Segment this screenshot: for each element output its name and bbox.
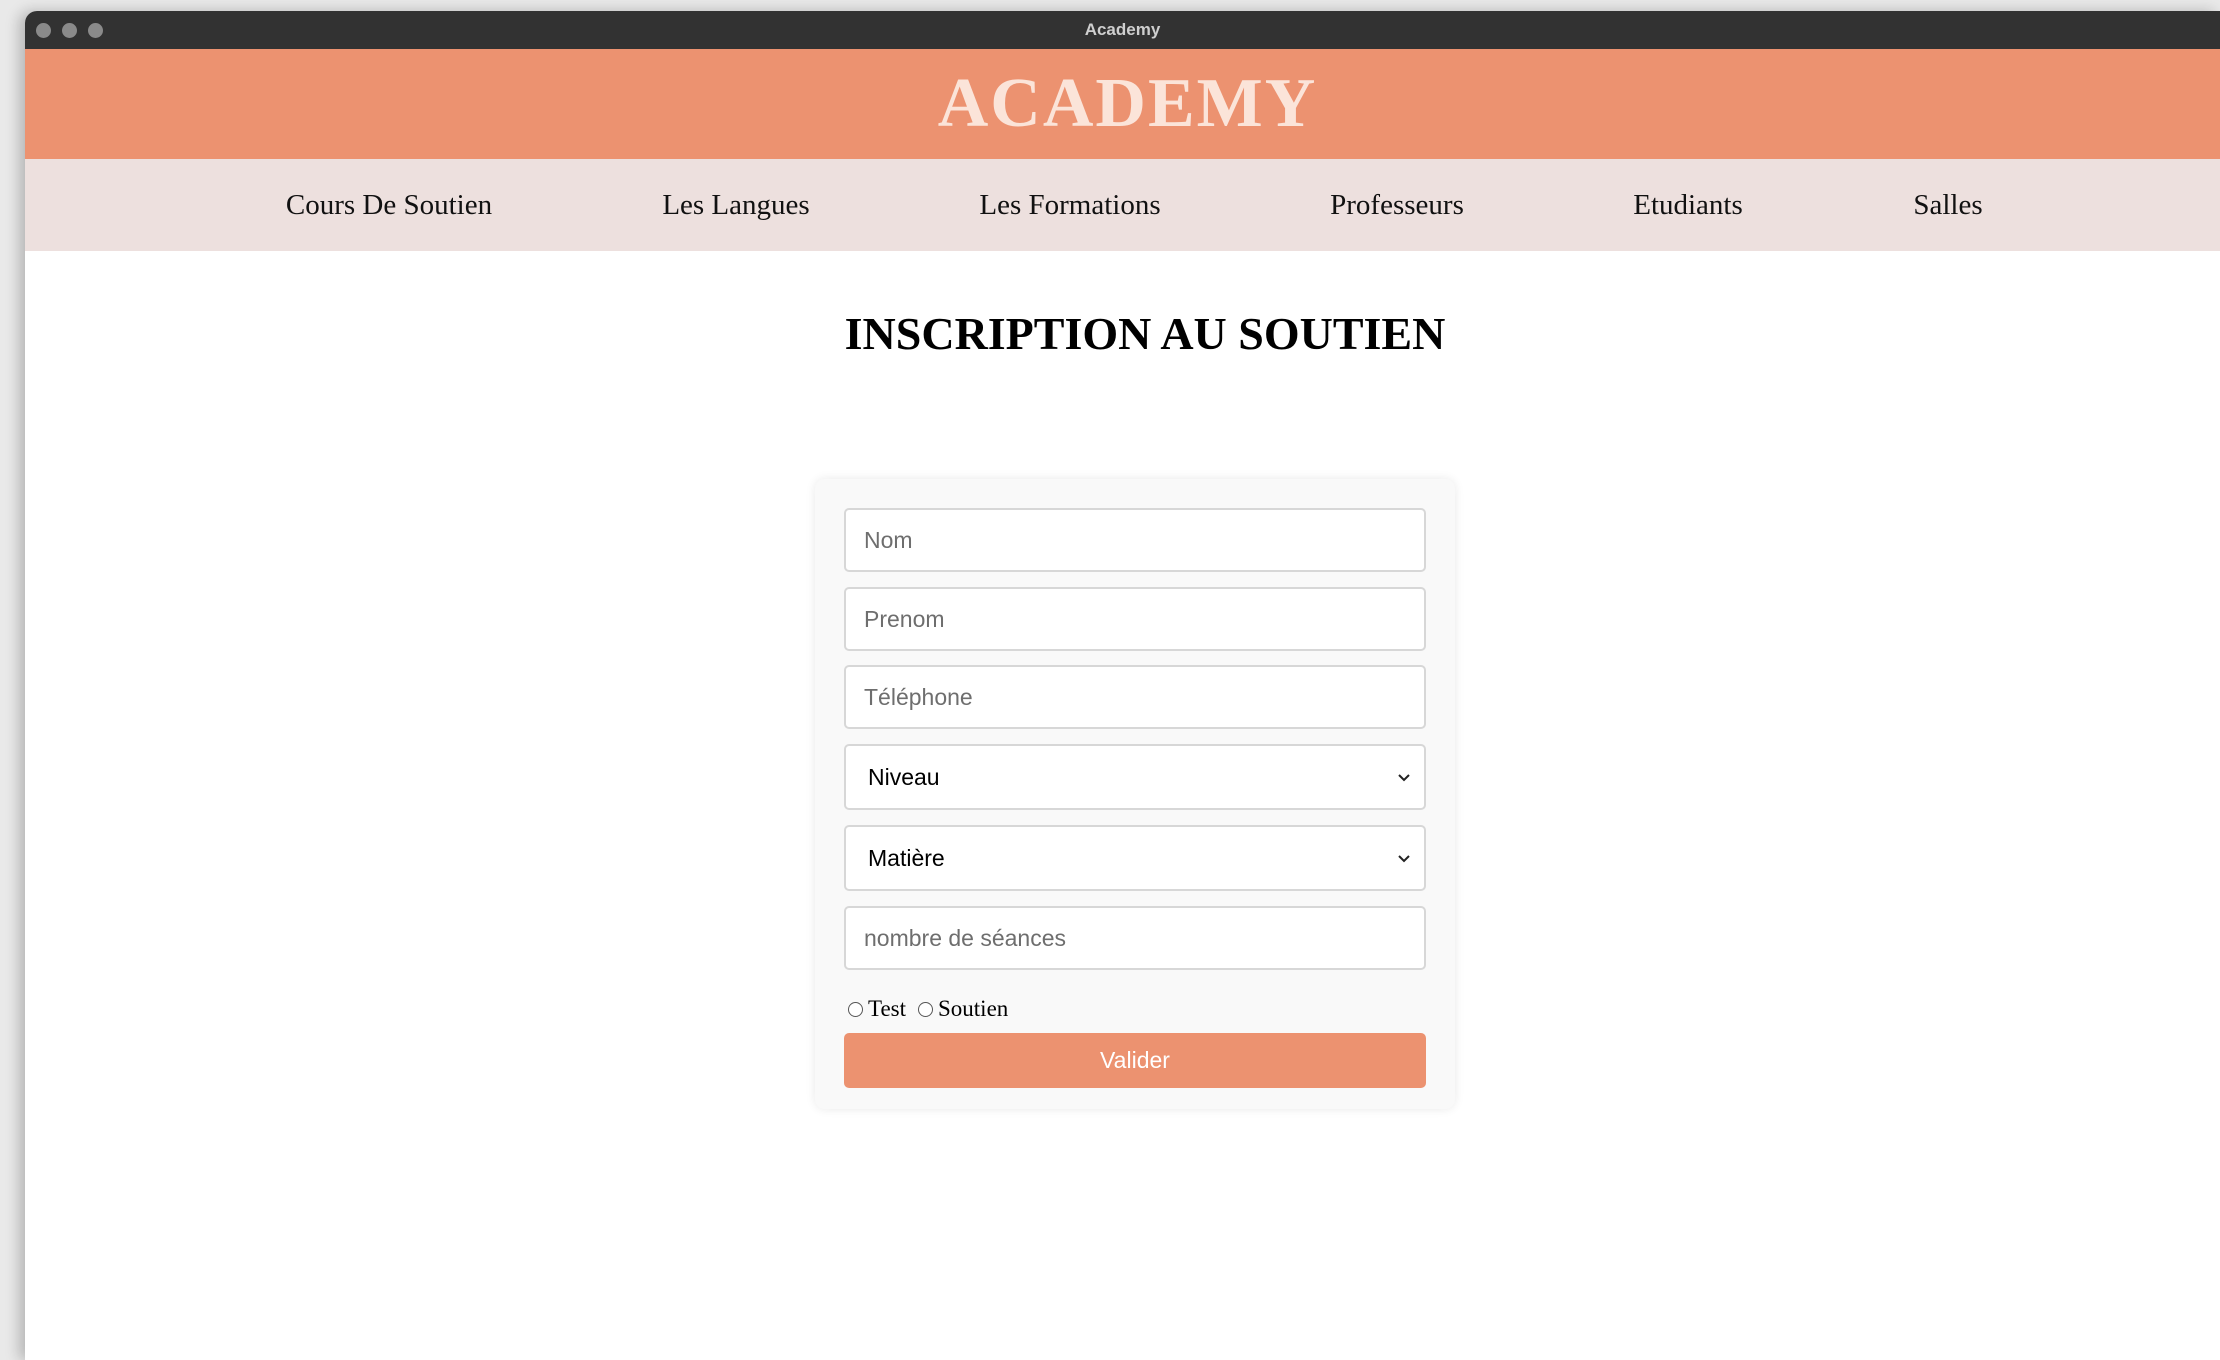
nav-item-les-formations[interactable]: Les Formations [979, 159, 1160, 251]
chevron-down-icon [1396, 850, 1412, 866]
chevron-down-icon [1396, 769, 1412, 785]
registration-form-card: Niveau Matière Test Soutien Valider [815, 479, 1455, 1109]
window-title: Academy [1084, 20, 1161, 39]
main-navigation: Cours De Soutien Les Langues Les Formati… [25, 159, 2220, 251]
window-controls [36, 11, 103, 49]
matiere-select[interactable]: Matière [844, 825, 1426, 891]
brand-header: ACADEMY [25, 49, 2220, 159]
radio-test-label: Test [868, 996, 906, 1021]
nav-item-les-langues[interactable]: Les Langues [662, 159, 809, 251]
window-titlebar: Academy [25, 11, 2220, 49]
type-radio-group: Test Soutien [848, 994, 1020, 1024]
nav-item-salles[interactable]: Salles [1913, 159, 1982, 251]
nom-input[interactable] [844, 508, 1426, 572]
page-title: INSCRIPTION AU SOUTIEN [844, 308, 1446, 359]
nav-item-etudiants[interactable]: Etudiants [1633, 159, 1743, 251]
niveau-select[interactable]: Niveau [844, 744, 1426, 810]
close-window-icon[interactable] [36, 22, 51, 38]
nav-item-professeurs[interactable]: Professeurs [1330, 159, 1464, 251]
radio-soutien-label: Soutien [938, 996, 1009, 1021]
matiere-select-value: Matière [868, 844, 945, 871]
nav-item-cours-de-soutien[interactable]: Cours De Soutien [286, 159, 492, 251]
minimize-window-icon[interactable] [62, 22, 77, 38]
radio-test[interactable] [848, 1001, 863, 1017]
prenom-input[interactable] [844, 587, 1426, 651]
nombre-seances-input[interactable] [844, 906, 1426, 970]
radio-soutien[interactable] [918, 1001, 933, 1017]
valider-button[interactable]: Valider [844, 1033, 1426, 1088]
site-logo-text: ACADEMY [937, 65, 1318, 142]
niveau-select-value: Niveau [868, 763, 940, 790]
telephone-input[interactable] [844, 665, 1426, 729]
zoom-window-icon[interactable] [88, 22, 103, 38]
browser-window: Academy ACADEMY Cours De Soutien Les Lan… [25, 11, 2220, 1360]
